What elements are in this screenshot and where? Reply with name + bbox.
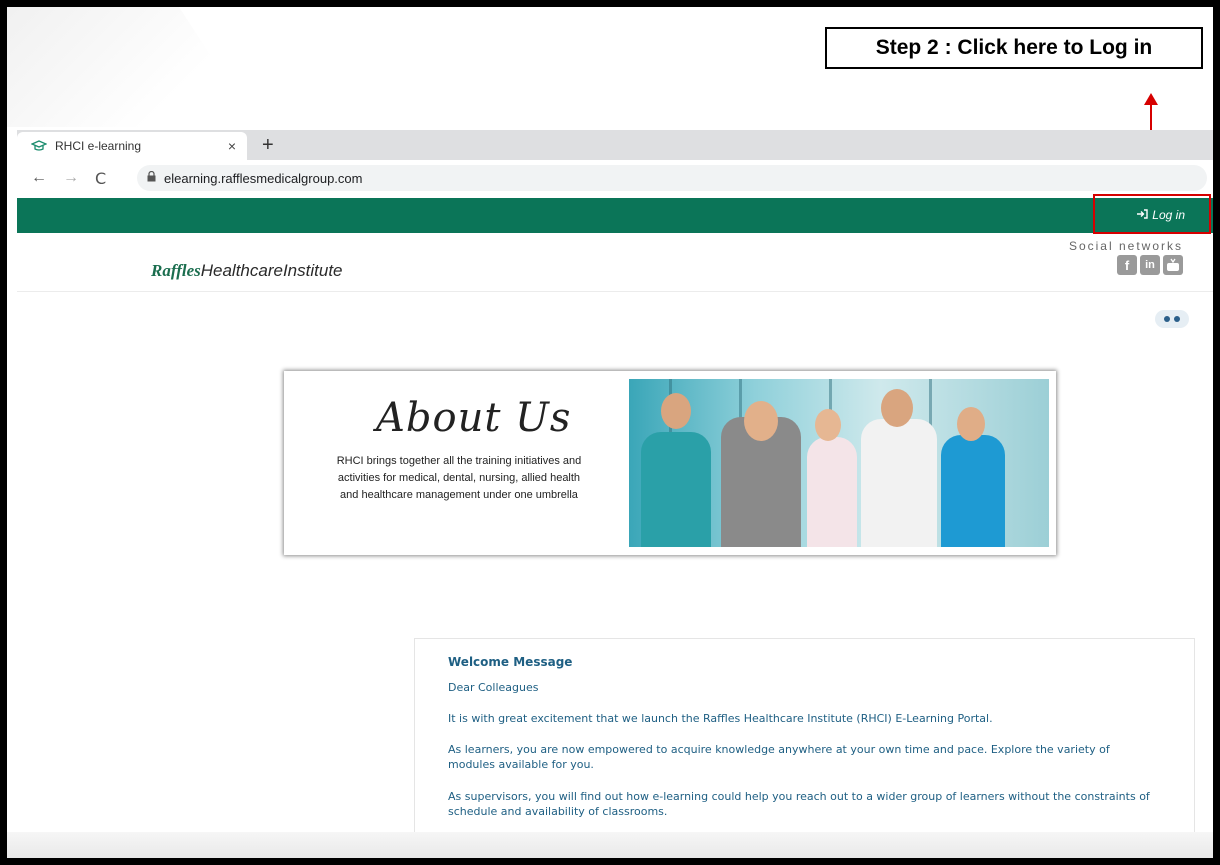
tab-close-icon[interactable]: ×	[221, 138, 243, 154]
graduation-cap-icon	[30, 140, 48, 152]
top-navbar: Log in	[17, 198, 1213, 233]
welcome-message-panel: Welcome Message Dear Colleagues It is wi…	[414, 638, 1195, 858]
screenshot-frame: Step 2 : Click here to Log in RHCI e-lea…	[7, 7, 1213, 858]
carousel-toggle[interactable]	[1155, 310, 1189, 328]
welcome-paragraph-1: It is with great excitement that we laun…	[448, 712, 993, 725]
browser-tab[interactable]: RHCI e-learning ×	[17, 132, 247, 160]
dot-icon	[1174, 316, 1180, 322]
browser-addressbar: ← → C elearning.rafflesmedicalgroup.com	[17, 160, 1213, 199]
social-networks: Social networks f in	[1069, 239, 1183, 275]
site-logo[interactable]: RafflesHealthcareInstitute	[151, 261, 343, 281]
welcome-paragraph-3: As supervisors, you will find out how e-…	[448, 790, 1150, 818]
logo-institute: HealthcareInstitute	[200, 261, 343, 280]
bottom-bar	[7, 832, 1213, 858]
about-title: About Us	[376, 395, 572, 441]
step-annotation: Step 2 : Click here to Log in	[825, 27, 1203, 69]
about-text: RHCI brings together all the training in…	[336, 455, 582, 501]
url-text: elearning.rafflesmedicalgroup.com	[164, 170, 363, 186]
lock-icon	[147, 170, 156, 185]
about-us-banner: About Us RHCI brings together all the tr…	[284, 371, 1056, 555]
welcome-title: Welcome Message	[448, 655, 573, 669]
new-tab-button[interactable]: +	[262, 134, 274, 156]
staff-photo	[629, 379, 1049, 547]
browser-tabbar: RHCI e-learning × +	[17, 130, 1213, 160]
forward-icon[interactable]: →	[63, 169, 79, 187]
logo-raffles: Raffles	[151, 261, 201, 280]
background-decoration	[7, 7, 257, 127]
social-icons: f in	[1069, 255, 1183, 275]
site-header: RafflesHealthcareInstitute Social networ…	[17, 233, 1213, 292]
login-highlight-box	[1093, 194, 1211, 234]
youtube-icon[interactable]	[1163, 255, 1183, 275]
welcome-greeting: Dear Colleagues	[448, 681, 539, 694]
welcome-paragraph-2: As learners, you are now empowered to ac…	[448, 743, 1110, 771]
social-label: Social networks	[1068, 239, 1183, 253]
url-input[interactable]: elearning.rafflesmedicalgroup.com	[137, 165, 1207, 191]
dot-icon	[1164, 316, 1170, 322]
tab-title: RHCI e-learning	[55, 139, 142, 153]
linkedin-icon[interactable]: in	[1140, 255, 1160, 275]
back-icon[interactable]: ←	[31, 169, 47, 187]
facebook-icon[interactable]: f	[1117, 255, 1137, 275]
reload-icon[interactable]: C	[95, 169, 106, 188]
